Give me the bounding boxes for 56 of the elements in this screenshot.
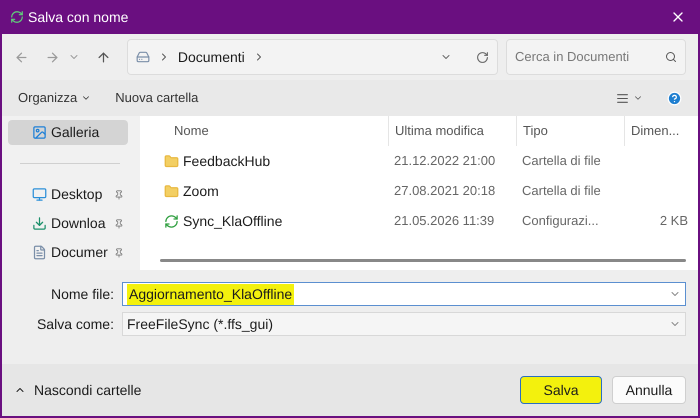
file-name-field[interactable]: Aggiornamento_KlaOffline [122, 282, 686, 306]
search-input[interactable]: Cerca in Documenti [515, 47, 666, 67]
file-name-value: Aggiornamento_KlaOffline [127, 284, 294, 304]
type-cell-text: Cartella di file [521, 182, 602, 200]
modified-cell-text: 21.12.2022 21:00 [393, 152, 496, 170]
file-row[interactable]: Zoom 27.08.2021 20:18 Cartella di file [148, 176, 698, 206]
address-location[interactable]: Documenti [178, 46, 245, 68]
drive-icon [136, 50, 150, 64]
pin-icon [114, 218, 124, 228]
file-row[interactable]: Sync_KlaOffline 21.05.2026 11:39 Configurazi... 2 KB [148, 206, 698, 236]
sidebar-item[interactable]: Desktop [8, 182, 128, 207]
sync-icon [10, 10, 24, 24]
window-title: Salva con nome [28, 8, 128, 26]
new-folder-button[interactable]: Nuova cartella [115, 88, 198, 108]
file-row[interactable]: FeedbackHub 21.12.2022 21:00 Cartella di file [148, 146, 698, 176]
sidebar-item[interactable]: Documer [8, 240, 128, 265]
pin-icon [114, 248, 124, 258]
folder-icon [164, 184, 179, 198]
file-name: Zoom [183, 182, 219, 200]
column-header[interactable]: Ultima modifica [388, 116, 516, 146]
sidebar-item[interactable]: Galleria [8, 120, 128, 145]
search-icon [665, 51, 678, 63]
pin-icon [114, 190, 124, 200]
folder-icon [164, 154, 179, 168]
sidebar-item[interactable]: Downloa [8, 211, 128, 236]
sync-icon [164, 214, 179, 228]
horizontal-scrollbar[interactable] [160, 259, 686, 262]
column-header[interactable]: Tipo [516, 116, 624, 146]
help-icon[interactable] [667, 90, 682, 106]
column-header[interactable]: Nome [148, 116, 388, 146]
file-name-label: Nome file: [50, 284, 114, 304]
cancel-button[interactable]: Annulla [612, 376, 686, 404]
forward-icon[interactable] [44, 50, 60, 64]
monitor-icon [32, 187, 47, 202]
type-cell-text: Configurazi... [521, 212, 600, 230]
organize-button[interactable]: Organizza [18, 88, 92, 108]
column-header[interactable]: Dimen... [624, 116, 694, 146]
document-icon [32, 245, 47, 260]
refresh-icon[interactable] [476, 50, 490, 64]
address-bar[interactable]: Documenti [126, 39, 498, 75]
save-as-label: Salva come: [36, 314, 114, 334]
search-field[interactable]: Cerca in Documenti [506, 39, 686, 75]
gallery-icon [32, 125, 47, 140]
hide-folders-button[interactable]: Nascondi cartelle [14, 380, 142, 400]
modified-cell-text: 27.08.2021 20:18 [393, 182, 496, 200]
file-name: FeedbackHub [183, 152, 270, 170]
type-cell-text: Cartella di file [521, 152, 602, 170]
back-icon[interactable] [14, 50, 29, 64]
save-button[interactable]: Salva [520, 376, 602, 404]
view-icon[interactable] [616, 92, 629, 104]
save-as-dropdown[interactable]: FreeFileSync (*.ffs_gui) [122, 312, 686, 336]
file-name: Sync_KlaOffline [183, 212, 282, 231]
modified-cell-text: 21.05.2026 11:39 [393, 212, 496, 230]
download-icon [32, 216, 47, 231]
up-icon[interactable] [96, 50, 111, 64]
size-cell: 2 KB [660, 213, 688, 228]
